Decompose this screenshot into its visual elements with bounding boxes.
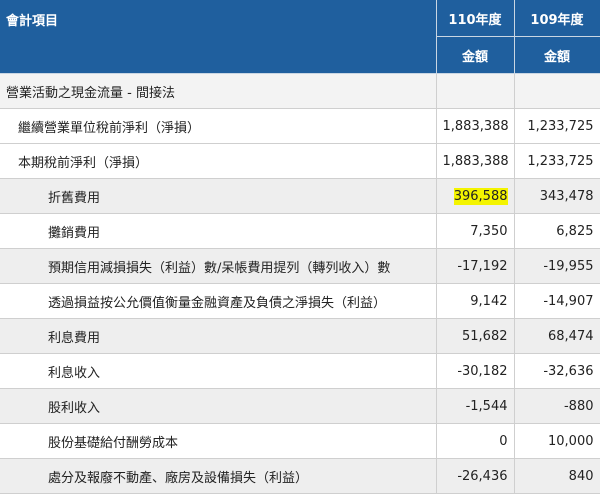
table-row: 繼續營業單位稅前淨利（淨損） 1,883,388 1,233,725 [0, 108, 600, 144]
value-110: -17,192 [436, 248, 515, 284]
table-row: 利息費用 51,682 68,474 [0, 318, 600, 354]
value-109: 1,233,725 [514, 143, 600, 179]
row-label: 股利收入 [0, 388, 437, 424]
value-109: -19,955 [514, 248, 600, 284]
cash-flow-table: 會計項目 110年度 109年度 金額 金額 營業活動之現金流量 - 間接法 繼… [0, 0, 600, 494]
value-109: 1,233,725 [514, 108, 600, 144]
value-110: 0 [436, 423, 515, 459]
row-label: 繼續營業單位稅前淨利（淨損） [0, 108, 437, 144]
row-label: 攤銷費用 [0, 213, 437, 249]
row-label: 利息費用 [0, 318, 437, 354]
value-110 [436, 73, 515, 109]
value-109: -14,907 [514, 283, 600, 319]
value-110: 1,883,388 [436, 143, 515, 179]
value-109: 840 [514, 458, 600, 494]
header-row-years: 會計項目 110年度 109年度 [0, 0, 600, 74]
value-109: 68,474 [514, 318, 600, 354]
amount-header-110: 金額 [436, 36, 515, 74]
value-110: 1,883,388 [436, 108, 515, 144]
value-110: 396,588 [436, 178, 515, 214]
row-label: 股份基礎給付酬勞成本 [0, 423, 437, 459]
value-109: 10,000 [514, 423, 600, 459]
highlighted-value: 396,588 [453, 187, 508, 205]
value-109: -32,636 [514, 353, 600, 389]
value-110: -26,436 [436, 458, 515, 494]
table-row: 股利收入 -1,544 -880 [0, 388, 600, 424]
row-label: 預期信用減損損失（利益）數∕呆帳費用提列（轉列收入）數 [0, 248, 437, 284]
table-row: 預期信用減損損失（利益）數∕呆帳費用提列（轉列收入）數 -17,192 -19,… [0, 248, 600, 284]
row-label: 本期稅前淨利（淨損） [0, 143, 437, 179]
table-row: 透過損益按公允價值衡量金融資產及負債之淨損失（利益） 9,142 -14,907 [0, 283, 600, 319]
table-row: 股份基礎給付酬勞成本 0 10,000 [0, 423, 600, 459]
table-row: 本期稅前淨利（淨損） 1,883,388 1,233,725 [0, 143, 600, 179]
row-label: 處分及報廢不動產、廠房及設備損失（利益） [0, 458, 437, 494]
table-row: 營業活動之現金流量 - 間接法 [0, 73, 600, 109]
row-label: 透過損益按公允價值衡量金融資產及負債之淨損失（利益） [0, 283, 437, 319]
year-110-header: 110年度 [436, 0, 515, 37]
table-row: 攤銷費用 7,350 6,825 [0, 213, 600, 249]
year-109-header: 109年度 [514, 0, 600, 37]
value-109: -880 [514, 388, 600, 424]
row-label: 利息收入 [0, 353, 437, 389]
value-109 [514, 73, 600, 109]
amount-header-109: 金額 [514, 36, 600, 74]
account-column-header: 會計項目 [0, 0, 437, 74]
value-109: 343,478 [514, 178, 600, 214]
value-110: 9,142 [436, 283, 515, 319]
value-110: 51,682 [436, 318, 515, 354]
value-109: 6,825 [514, 213, 600, 249]
row-label: 營業活動之現金流量 - 間接法 [0, 73, 437, 109]
table-row: 處分及報廢不動產、廠房及設備損失（利益） -26,436 840 [0, 458, 600, 494]
row-label: 折舊費用 [0, 178, 437, 214]
table-row: 利息收入 -30,182 -32,636 [0, 353, 600, 389]
table-row: 折舊費用 396,588 343,478 [0, 178, 600, 214]
value-110: -30,182 [436, 353, 515, 389]
value-110: 7,350 [436, 213, 515, 249]
value-110: -1,544 [436, 388, 515, 424]
